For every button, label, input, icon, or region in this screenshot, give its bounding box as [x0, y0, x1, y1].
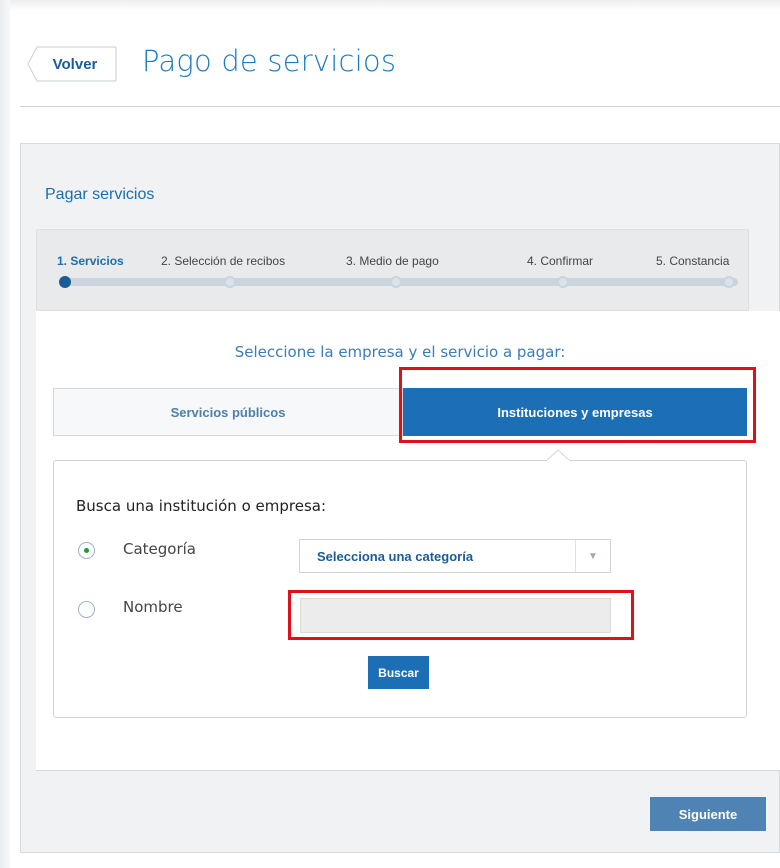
- back-button[interactable]: Volver: [27, 46, 117, 82]
- step-5-label: 5. Constancia: [656, 254, 730, 268]
- step-3-label: 3. Medio de pago: [346, 254, 439, 268]
- category-select-value: Selecciona una categoría: [317, 548, 474, 564]
- radio-nombre[interactable]: [78, 601, 95, 618]
- search-form-heading: Busca una institución o empresa:: [76, 497, 327, 515]
- header-divider: [20, 106, 780, 107]
- step-1-dot: [59, 276, 71, 288]
- selection-prompt: Seleccione la empresa y el servicio a pa…: [234, 343, 566, 361]
- radio-categoria[interactable]: [78, 542, 95, 559]
- step-2-label: 2. Selección de recibos: [161, 254, 286, 268]
- category-select[interactable]: Selecciona una categoría ▼: [299, 539, 611, 573]
- page-left-shadow: [0, 0, 10, 868]
- panel-title: Pagar servicios: [45, 186, 155, 203]
- step-2-dot: [224, 276, 236, 288]
- tab-instituciones-empresas[interactable]: Instituciones y empresas: [403, 388, 747, 436]
- step-4-label: 4. Confirmar: [527, 254, 594, 268]
- radio-nombre-label: Nombre: [123, 598, 183, 616]
- tab-servicios-publicos[interactable]: Servicios públicos: [53, 388, 403, 436]
- radio-categoria-label: Categoría: [123, 540, 197, 558]
- chevron-down-icon[interactable]: ▼: [575, 540, 610, 572]
- search-button[interactable]: Buscar: [368, 656, 429, 689]
- step-3-dot: [390, 276, 402, 288]
- step-5-dot: [723, 276, 735, 288]
- step-1-label: 1. Servicios: [57, 254, 124, 268]
- caret-pointer-icon: [546, 449, 570, 461]
- page-top-shadow: [0, 0, 780, 10]
- step-4-dot: [557, 276, 569, 288]
- back-button-label: Volver: [52, 55, 98, 73]
- page-title: Pago de servicios: [142, 44, 397, 78]
- name-search-input[interactable]: [300, 598, 611, 633]
- next-button[interactable]: Siguiente: [650, 797, 766, 831]
- progress-stepper: [36, 229, 749, 311]
